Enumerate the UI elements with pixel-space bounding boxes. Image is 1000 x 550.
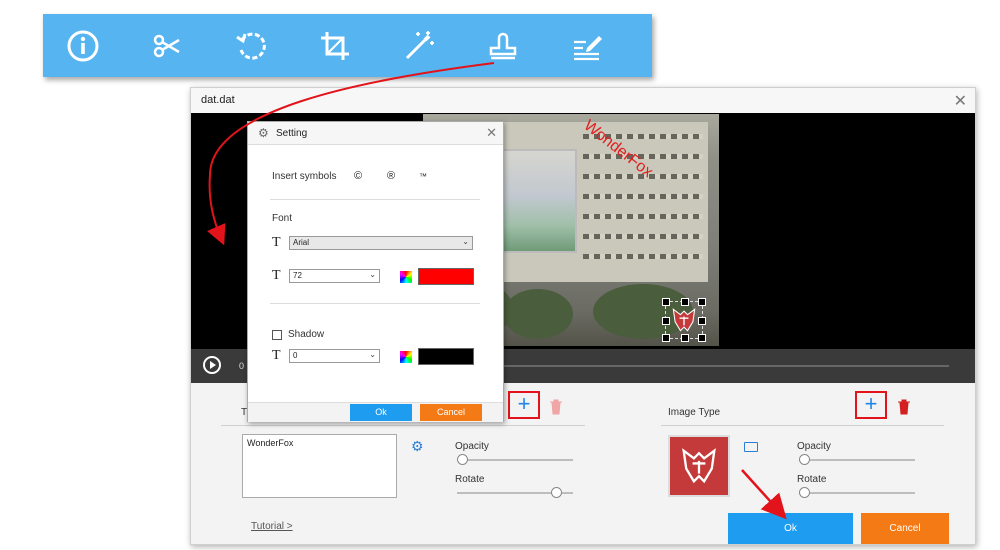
add-image-button[interactable]: +: [855, 391, 887, 419]
gear-icon: ⚙: [258, 126, 269, 140]
font-label: Font: [272, 213, 293, 224]
text-rotate-label: Rotate: [455, 474, 485, 485]
resize-handle[interactable]: [662, 334, 670, 342]
resize-handle[interactable]: [681, 298, 689, 306]
resize-handle[interactable]: [681, 334, 689, 342]
resize-handle[interactable]: [662, 317, 670, 325]
cancel-button[interactable]: Cancel: [861, 513, 949, 544]
chevron-down-icon: ⌄: [369, 270, 376, 279]
divider: [270, 303, 480, 304]
tutorial-link[interactable]: Tutorial >: [251, 521, 293, 532]
stamp-icon[interactable]: [485, 28, 521, 64]
dialog-cancel-button[interactable]: Cancel: [420, 404, 482, 421]
shadow-checkbox[interactable]: [272, 330, 282, 340]
font-family-value: Arial: [293, 238, 310, 247]
crop-icon[interactable]: [317, 28, 353, 64]
shadow-size-icon: T: [272, 348, 281, 363]
decepticon-logo-icon: [682, 448, 716, 484]
window-footer: Tutorial > Ok Cancel: [191, 513, 975, 544]
divider: [661, 425, 944, 426]
image-rotate-label: Rotate: [797, 474, 827, 485]
dialog-title-bar: ⚙ Setting ✕: [248, 122, 503, 145]
scissors-icon[interactable]: [149, 28, 185, 64]
gear-icon[interactable]: ⚙: [411, 438, 424, 455]
rotate-icon[interactable]: [233, 28, 269, 64]
watermark-image-overlay[interactable]: [662, 298, 706, 342]
resize-handle[interactable]: [662, 298, 670, 306]
edit-icon[interactable]: [569, 28, 605, 64]
trash-icon[interactable]: [897, 399, 911, 415]
image-opacity-slider[interactable]: [799, 454, 915, 465]
dialog-footer: Ok Cancel: [248, 402, 503, 422]
image-rotate-slider[interactable]: [799, 487, 915, 498]
font-family-select[interactable]: Arial ⌄: [289, 236, 473, 250]
resize-handle[interactable]: [698, 334, 706, 342]
chevron-down-icon: ⌄: [462, 237, 469, 246]
divider: [221, 425, 585, 426]
registered-symbol-button[interactable]: ®: [387, 170, 395, 182]
watermark-text-input[interactable]: WonderFox: [242, 434, 397, 498]
text-rotate-slider[interactable]: [457, 487, 573, 498]
folder-icon[interactable]: [744, 442, 758, 452]
text-opacity-slider[interactable]: [457, 454, 573, 465]
ok-button[interactable]: Ok: [728, 513, 853, 544]
resize-handle[interactable]: [698, 298, 706, 306]
slider-knob[interactable]: [551, 487, 562, 498]
magic-wand-icon[interactable]: [401, 28, 437, 64]
mural: [493, 149, 577, 253]
font-size-value: 72: [293, 271, 302, 280]
image-thumbnail[interactable]: [668, 435, 730, 497]
trademark-symbol-button[interactable]: ™: [419, 172, 427, 181]
close-icon[interactable]: ✕: [486, 125, 497, 141]
dialog-ok-button[interactable]: Ok: [350, 404, 412, 421]
chevron-down-icon: ⌄: [369, 350, 376, 359]
toolbar: [43, 14, 652, 77]
time-display: 0: [239, 361, 245, 371]
shadow-label: Shadow: [288, 329, 325, 340]
text-opacity-label: Opacity: [455, 441, 489, 452]
font-icon: T: [272, 235, 281, 250]
color-palette-icon[interactable]: [400, 271, 412, 283]
shadow-size-select[interactable]: 0 ⌄: [289, 349, 380, 363]
insert-symbols-label: Insert symbols: [272, 171, 337, 182]
shadow-size-value: 0: [293, 351, 298, 360]
copyright-symbol-button[interactable]: ©: [354, 170, 362, 182]
seek-bar[interactable]: [501, 365, 949, 367]
decepticon-logo-icon: [672, 308, 696, 332]
trash-icon[interactable]: [549, 399, 563, 415]
resize-handle[interactable]: [698, 317, 706, 325]
font-size-icon: T: [272, 268, 281, 283]
close-icon[interactable]: ✕: [954, 91, 967, 111]
font-size-select[interactable]: 72 ⌄: [289, 269, 380, 283]
title-bar: dat.dat ✕: [191, 88, 975, 114]
window-title: dat.dat: [201, 94, 235, 106]
setting-dialog: ⚙ Setting ✕ Insert symbols © ® ™ Font T …: [247, 121, 504, 422]
font-color-swatch[interactable]: [418, 268, 474, 285]
divider: [270, 199, 480, 200]
shadow-color-swatch[interactable]: [418, 348, 474, 365]
info-icon[interactable]: [65, 28, 101, 64]
image-opacity-label: Opacity: [797, 441, 831, 452]
slider-knob[interactable]: [457, 454, 468, 465]
slider-knob[interactable]: [799, 454, 810, 465]
slider-knob[interactable]: [799, 487, 810, 498]
play-icon[interactable]: [203, 356, 221, 374]
color-palette-icon[interactable]: [400, 351, 412, 363]
image-type-label: Image Type: [668, 407, 721, 418]
dialog-title: Setting: [276, 128, 308, 139]
add-text-button[interactable]: +: [508, 391, 540, 419]
